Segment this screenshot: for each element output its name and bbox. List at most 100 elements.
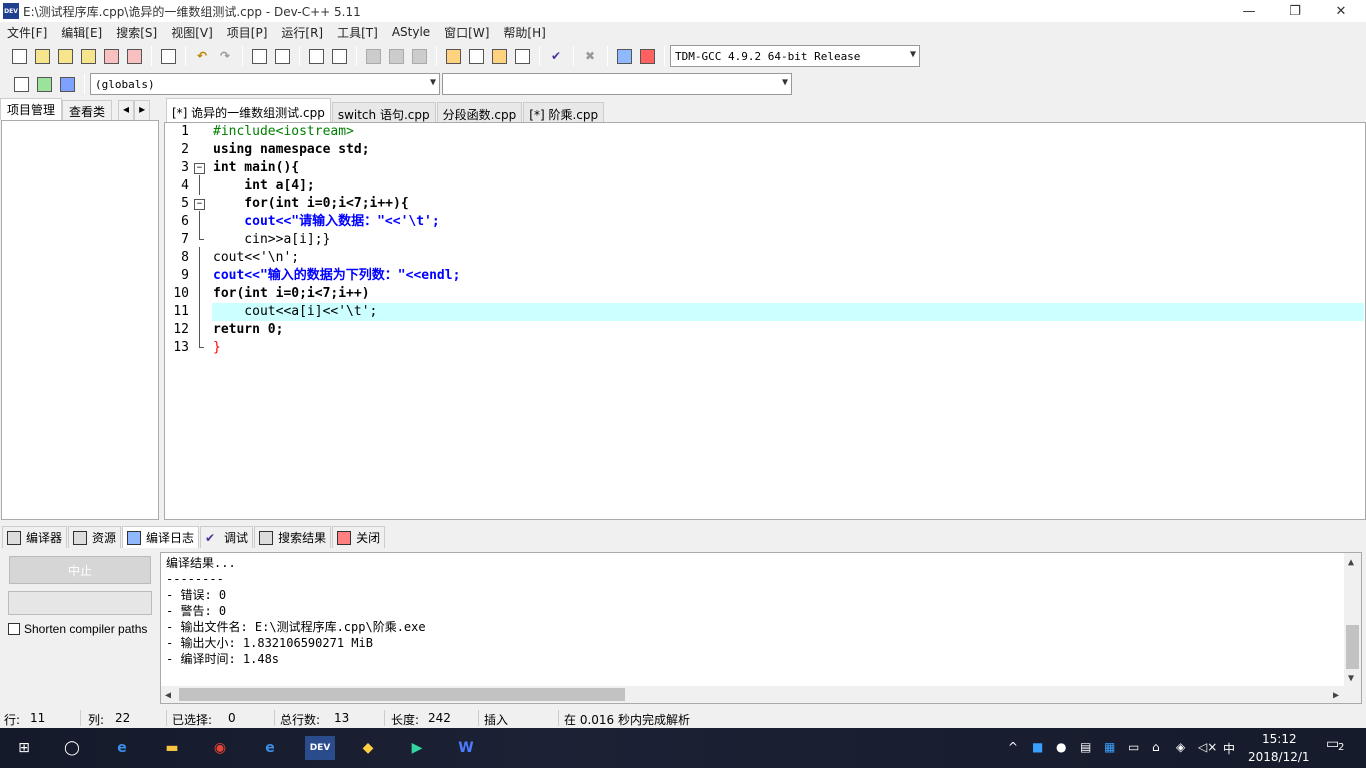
python-icon[interactable]: ◆ — [356, 736, 380, 760]
qq-icon[interactable]: ● — [1056, 740, 1066, 754]
syntax-check-icon[interactable]: ✔ — [545, 45, 567, 67]
shield-icon[interactable]: ◈ — [1176, 740, 1185, 754]
profile-icon[interactable] — [613, 45, 635, 67]
find-icon[interactable] — [248, 45, 270, 67]
tab-compile-log[interactable]: 编译日志 — [122, 526, 200, 548]
compile-progress-bar — [8, 591, 152, 615]
tab-project[interactable]: 项目管理 — [0, 98, 63, 120]
scope-select[interactable]: (globals) ▼ — [90, 73, 440, 95]
goto-line-icon[interactable] — [328, 45, 350, 67]
save-icon[interactable] — [54, 45, 76, 67]
scroll-thumb[interactable] — [1346, 625, 1359, 669]
indent-icon[interactable] — [305, 45, 327, 67]
scroll-down-icon[interactable]: ▼ — [1348, 671, 1354, 687]
file-tab-2[interactable]: switch 语句.cpp — [331, 102, 436, 122]
tab-debug[interactable]: ✔ 调试 — [200, 526, 254, 548]
fold-collapse-icon[interactable]: − — [194, 199, 205, 210]
line-number: 5 — [181, 196, 189, 211]
file-explorer-icon[interactable]: ▬ — [160, 736, 184, 760]
menu-project[interactable]: 项目[P] — [220, 24, 275, 41]
project-tree[interactable] — [1, 120, 159, 520]
compile-run-icon[interactable] — [488, 45, 510, 67]
clock-time[interactable]: 15:12 — [1262, 732, 1297, 746]
scroll-left-icon[interactable]: ◀ — [165, 688, 171, 704]
compiler-select[interactable]: TDM-GCC 4.9.2 64-bit Release ▼ — [670, 45, 920, 67]
volume-icon[interactable]: ◁× — [1198, 740, 1217, 754]
menu-tools[interactable]: 工具[T] — [330, 24, 385, 41]
compile-log[interactable]: 编译结果... -------- - 错误: 0 - 警告: 0 - 输出文件名… — [160, 552, 1362, 704]
restore-icon[interactable]: ❐ — [1272, 0, 1318, 22]
tray-app-icon[interactable]: ▤ — [1080, 740, 1091, 754]
code-line: cout<<"输入的数据为下列数："<<endl; — [213, 268, 461, 283]
shorten-paths-checkbox[interactable]: Shorten compiler paths — [8, 622, 147, 636]
menu-file[interactable]: 文件[F] — [0, 24, 54, 41]
tab-classes[interactable]: 查看类 — [62, 100, 113, 120]
tray-app-icon[interactable]: ▦ — [1104, 740, 1115, 754]
file-tab-1[interactable]: [*] 诡异的一维数组测试.cpp — [166, 98, 331, 122]
status-col-label: 列: — [88, 713, 105, 727]
log-vertical-scrollbar[interactable]: ▲ ▼ — [1344, 553, 1361, 687]
scroll-up-icon[interactable]: ▲ — [1348, 555, 1354, 571]
function-select[interactable]: ▼ — [442, 73, 792, 95]
goto-bookmark-icon[interactable] — [56, 73, 78, 95]
file-tab-3[interactable]: 分段函数.cpp — [436, 102, 523, 122]
tray-app-icon[interactable]: ■ — [1032, 740, 1043, 754]
undo-icon[interactable]: ↶ — [191, 45, 213, 67]
close-file-icon[interactable] — [100, 45, 122, 67]
clock-date[interactable]: 2018/12/1 — [1248, 750, 1310, 764]
menu-run[interactable]: 运行[R] — [274, 24, 330, 41]
minimize-icon[interactable]: — — [1226, 0, 1272, 22]
replace-icon[interactable] — [271, 45, 293, 67]
menu-window[interactable]: 窗口[W] — [437, 24, 496, 41]
menu-search[interactable]: 搜索[S] — [109, 24, 164, 41]
tab-compiler[interactable]: 编译器 — [2, 526, 68, 548]
tab-scroll-left-icon[interactable]: ◂ — [118, 100, 135, 120]
class-toolbar: (globals) ▼ ▼ — [0, 70, 1366, 98]
menu-astyle[interactable]: AStyle — [385, 25, 437, 39]
tab-search-results[interactable]: 搜索结果 — [254, 526, 332, 548]
new-file-icon[interactable] — [8, 45, 30, 67]
menu-help[interactable]: 帮助[H] — [496, 24, 552, 41]
ie-browser-icon[interactable]: e — [258, 736, 282, 760]
open-file-icon[interactable] — [31, 45, 53, 67]
compile-icon[interactable] — [442, 45, 464, 67]
close-icon[interactable]: ✕ — [1318, 0, 1364, 22]
ime-indicator[interactable]: 中 — [1223, 740, 1235, 757]
toggle-bookmark-icon[interactable] — [33, 73, 55, 95]
save-all-icon[interactable] — [77, 45, 99, 67]
fold-collapse-icon[interactable]: − — [194, 163, 205, 174]
checkbox-box[interactable] — [8, 623, 20, 635]
tab-close[interactable]: 关闭 — [332, 526, 386, 548]
menu-edit[interactable]: 编辑[E] — [54, 24, 109, 41]
print-icon[interactable] — [157, 45, 179, 67]
search-icon[interactable]: ◯ — [60, 736, 84, 760]
chevron-up-icon[interactable]: ^ — [1008, 740, 1018, 754]
add-to-project-icon — [362, 45, 384, 67]
insert-icon[interactable] — [10, 73, 32, 95]
chrome-icon[interactable]: ◉ — [208, 736, 232, 760]
delete-profile-icon[interactable] — [636, 45, 658, 67]
devcpp-taskbar-icon[interactable]: DEV — [305, 736, 335, 760]
file-tab-4[interactable]: [*] 阶乘.cpp — [523, 102, 605, 122]
log-horizontal-scrollbar[interactable]: ◀ ▶ — [161, 686, 1361, 703]
devcpp-app-icon[interactable]: DEV — [3, 3, 19, 19]
tab-scroll-right-icon[interactable]: ▸ — [134, 100, 151, 120]
wps-icon[interactable]: W — [454, 736, 478, 760]
compiler-select-value: TDM-GCC 4.9.2 64-bit Release — [675, 49, 861, 63]
scroll-thumb[interactable] — [179, 688, 625, 701]
menu-view[interactable]: 视图[V] — [164, 24, 220, 41]
redo-icon[interactable]: ↷ — [214, 45, 236, 67]
project-options-icon — [408, 45, 430, 67]
media-player-icon[interactable]: ▶ — [405, 736, 429, 760]
tab-resources[interactable]: 资源 — [68, 526, 122, 548]
run-icon[interactable] — [465, 45, 487, 67]
search-icon — [259, 530, 274, 545]
scroll-right-icon[interactable]: ▶ — [1333, 688, 1339, 704]
close-all-icon[interactable] — [123, 45, 145, 67]
edge-browser-icon[interactable]: e — [110, 736, 134, 760]
rebuild-icon[interactable] — [511, 45, 533, 67]
code-editor[interactable]: 1 2 3 4 5 6 7 8 9 10 11 12 13 − − #inclu… — [164, 122, 1366, 520]
network-icon[interactable]: ⌂ — [1152, 740, 1160, 754]
windows-start-icon[interactable]: ⊞ — [12, 736, 36, 760]
battery-icon[interactable]: ▭ — [1128, 740, 1139, 754]
